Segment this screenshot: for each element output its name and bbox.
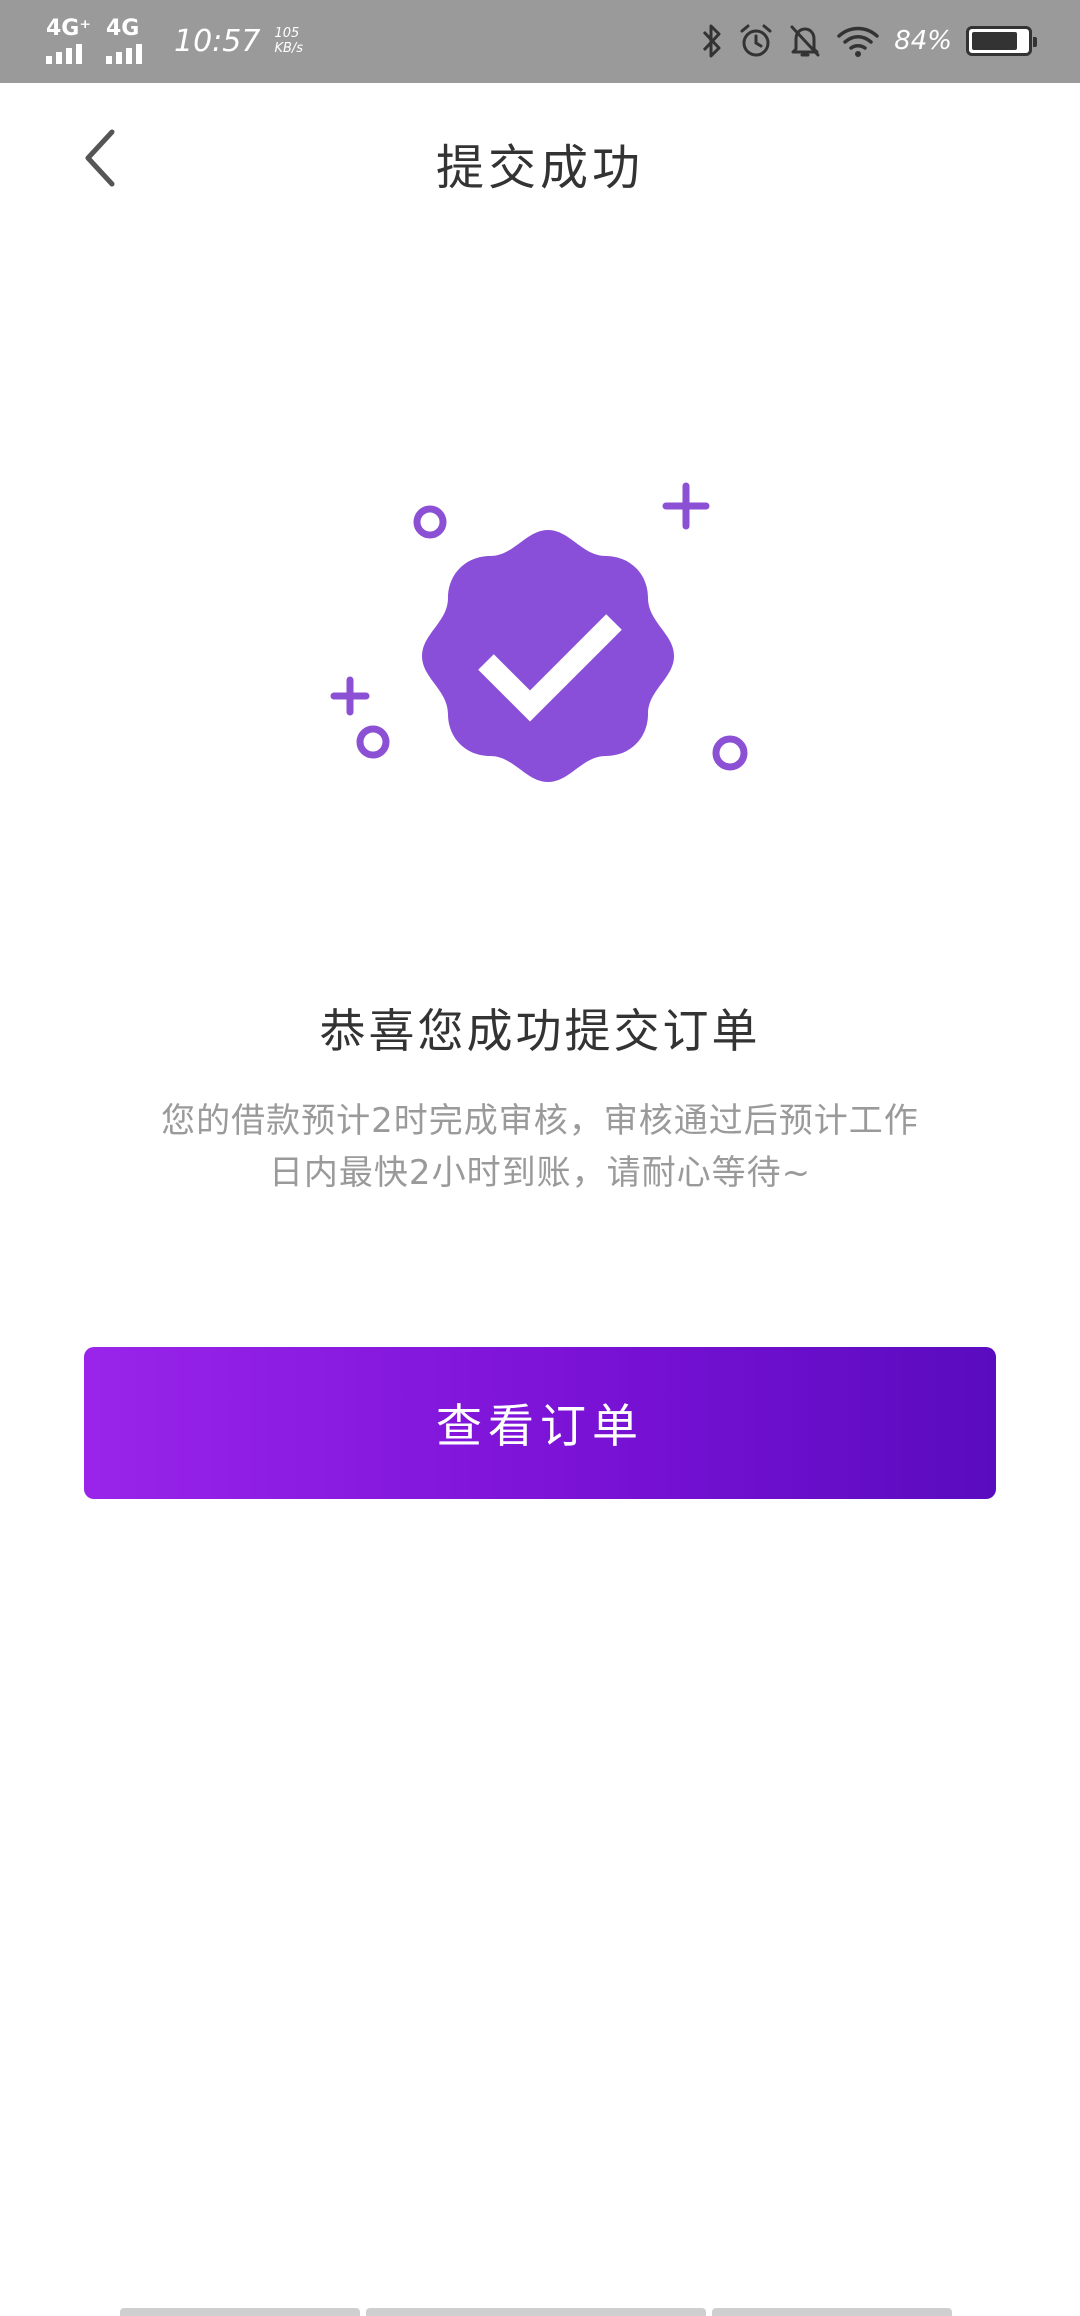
success-page: 4G⁺ 4G 10:57 105 KB/s 84% 提交成功 恭喜您成功提交订单… xyxy=(0,0,1080,2316)
battery-fill xyxy=(972,32,1018,50)
description-line-1: 您的借款预计2时完成审核，审核通过后预计工作 xyxy=(161,1101,919,1141)
view-order-button[interactable]: 查看订单 xyxy=(84,1347,996,1499)
status-bar: 4G⁺ 4G 10:57 105 KB/s 84% xyxy=(0,0,1080,83)
status-bar-left: 4G⁺ 4G 10:57 105 KB/s xyxy=(46,18,303,64)
signal-bars-icon xyxy=(106,44,142,64)
success-description: 您的借款预计2时完成审核，审核通过后预计工作 日内最快2小时到账，请耐心等待~ xyxy=(110,1095,970,1199)
alarm-icon xyxy=(740,24,772,57)
network-speed: 105 KB/s xyxy=(274,26,303,56)
battery-percent: 84% xyxy=(894,26,952,56)
success-illustration xyxy=(330,482,748,782)
status-time: 10:57 xyxy=(174,23,261,59)
decor-circle-icon xyxy=(712,735,748,771)
decor-plus-icon xyxy=(662,482,710,530)
status-bar-right: 84% xyxy=(700,22,1037,60)
description-line-2: 日内最快2小时到账，请耐心等待~ xyxy=(268,1153,812,1193)
network-speed-unit: KB/s xyxy=(274,41,304,56)
network-type-1: 4G⁺ xyxy=(46,16,91,41)
decor-circle-icon xyxy=(413,505,447,539)
network-type-2: 4G xyxy=(106,16,140,41)
battery-icon xyxy=(966,26,1037,56)
success-headline: 恭喜您成功提交订单 xyxy=(319,1004,761,1058)
cellular-signal-2: 4G xyxy=(106,18,156,64)
verified-badge-check-icon xyxy=(422,530,674,782)
decor-circle-icon xyxy=(356,725,390,759)
cellular-signal-1: 4G⁺ xyxy=(46,18,96,64)
decor-plus-icon xyxy=(330,676,370,716)
page-title: 提交成功 xyxy=(435,140,644,196)
bluetooth-icon xyxy=(703,24,721,58)
network-speed-value: 105 xyxy=(274,26,300,41)
mute-bell-icon xyxy=(790,25,820,57)
signal-bars-icon xyxy=(46,44,82,64)
wifi-icon xyxy=(837,26,879,57)
app-header: 提交成功 xyxy=(0,83,1080,233)
gesture-navigation-bar[interactable] xyxy=(120,2308,960,2316)
